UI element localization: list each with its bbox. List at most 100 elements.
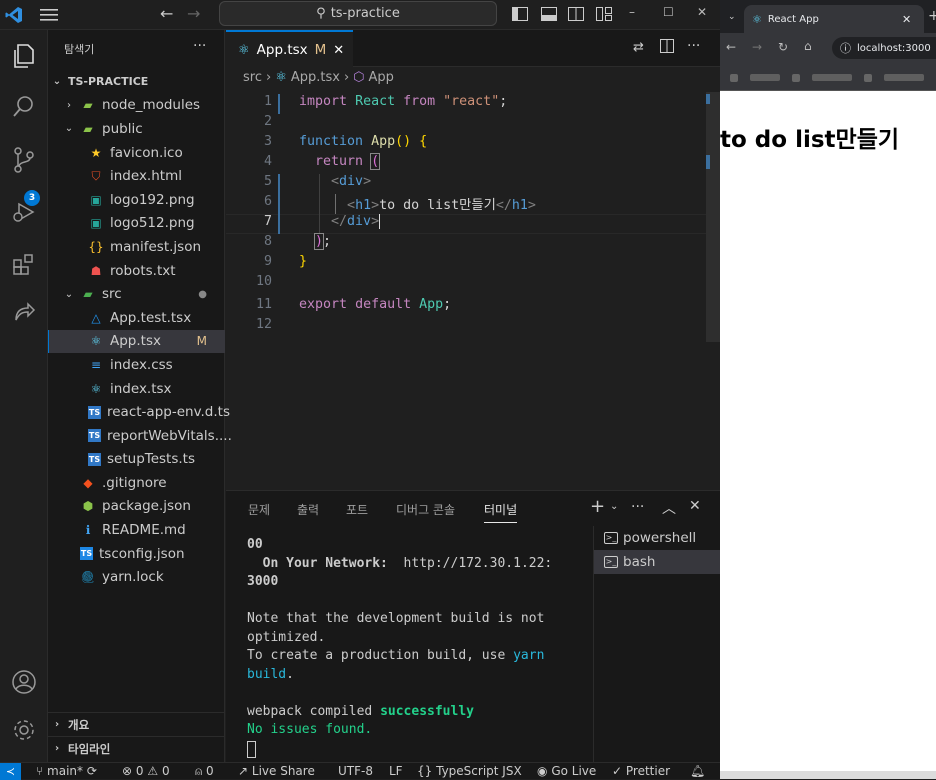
encoding-indicator[interactable]: UTF-8 (338, 764, 373, 778)
forward-arrow-icon[interactable]: → (187, 4, 200, 23)
remote-indicator-icon[interactable]: ≺ (0, 763, 21, 780)
eol-indicator[interactable]: LF (389, 764, 403, 778)
bookmark-item[interactable] (884, 74, 924, 81)
extensions-icon[interactable] (4, 244, 44, 284)
code-editor[interactable]: 1 2 3 4 5 6 7 8 9 10 11 12 import React from "react… (226, 92, 720, 490)
breadcrumb-symbol[interactable]: App (369, 70, 394, 85)
terminal-output[interactable]: 00 On Your Network: http://172.30.1.22: … (247, 536, 593, 758)
tab-problems[interactable]: 문제 (248, 501, 270, 518)
file-tree-item[interactable]: 🧶︎ yarn.lock (48, 565, 225, 589)
modified-indicator: M (196, 334, 207, 349)
tab-output[interactable]: 출력 (297, 501, 319, 518)
file-tree-item-label: index.css (110, 356, 173, 373)
file-tree-item[interactable]: TS setupTests.ts (48, 448, 225, 472)
terminal-list: >_ powershell >_ bash (593, 526, 720, 763)
file-tree-item[interactable]: TS reportWebVitals.... (48, 424, 232, 448)
split-editor-icon[interactable] (660, 39, 674, 57)
new-tab-icon[interactable]: + (928, 8, 936, 24)
run-debug-icon[interactable] (4, 192, 44, 232)
forward-arrow-icon[interactable]: → (752, 40, 762, 54)
tsconfig-icon: TS (80, 547, 93, 561)
reload-icon[interactable]: ↻ (778, 40, 788, 54)
file-tree-item[interactable]: ★ favicon.ico (48, 141, 225, 165)
chevron-down-icon[interactable]: ⌄ (610, 501, 618, 512)
close-tab-icon[interactable]: ✕ (333, 43, 344, 58)
notifications-bell-icon[interactable]: 🔔︎ (690, 764, 705, 778)
symbol-icon: ⬡ (353, 70, 365, 85)
file-tree-item[interactable]: ⚛ App.tsx M (48, 329, 225, 354)
terminal-bash[interactable]: >_ bash (594, 550, 720, 574)
file-tree-item[interactable]: › ▰ node_modules (48, 94, 225, 118)
file-tree-item[interactable]: ⚛ index.tsx (48, 377, 225, 401)
language-indicator[interactable]: {} TypeScript JSX (417, 764, 522, 778)
more-actions-icon[interactable]: ··· (193, 38, 206, 54)
file-tree-item[interactable]: TS react-app-env.d.ts (48, 400, 230, 424)
editor-more-icon[interactable]: ··· (687, 38, 700, 54)
branch-icon: ⑂ (36, 764, 44, 778)
outline-section[interactable]: › 개요 (48, 712, 225, 736)
file-tree-item[interactable]: ℹ README.md (48, 518, 225, 542)
timeline-section[interactable]: › 타임라인 (48, 736, 225, 760)
tab-app-tsx[interactable]: ⚛ App.tsx M ✕ (226, 30, 353, 68)
file-tree-item[interactable]: ⛉ index.html (48, 164, 225, 188)
file-tree-item[interactable]: ▣ logo192.png (48, 188, 225, 212)
new-terminal-icon[interactable]: + (590, 496, 605, 517)
file-tree-item[interactable]: ⌄ ▰ src ● (48, 282, 225, 306)
tab-debug-console[interactable]: 디버그 콘솔 (396, 501, 455, 518)
bookmark-item[interactable] (750, 74, 780, 81)
file-tree-item[interactable]: △ App.test.tsx (48, 306, 225, 330)
back-arrow-icon[interactable]: ← (726, 40, 736, 54)
panel-more-icon[interactable]: ··· (631, 499, 644, 515)
file-tree-item[interactable]: ☗ robots.txt (48, 259, 225, 283)
maximize-icon[interactable]: ☐ (663, 5, 674, 19)
file-tree-item-label: yarn.lock (102, 569, 164, 586)
browser-tab[interactable]: ⚛ React App ✕ (744, 5, 924, 33)
terminal-powershell[interactable]: >_ powershell (594, 526, 720, 550)
account-icon[interactable] (4, 662, 44, 702)
toggle-secondary-sidebar-icon[interactable] (566, 4, 586, 24)
close-window-icon[interactable]: ✕ (697, 5, 707, 19)
bookmark-icon[interactable] (864, 74, 872, 82)
minimize-icon[interactable]: – (629, 5, 635, 19)
live-share-icon[interactable] (4, 294, 44, 334)
go-live-button[interactable]: ◉ Go Live (537, 764, 596, 778)
close-tab-icon[interactable]: ✕ (902, 13, 911, 26)
branch-indicator[interactable]: ⑂ main* ⟳ (36, 764, 97, 778)
toggle-panel-icon[interactable] (539, 4, 559, 24)
editor-scrollbar-thumb[interactable] (706, 92, 720, 342)
home-icon[interactable]: ⌂ (804, 39, 812, 53)
file-tree-item[interactable]: ⌄ ▰ public (48, 117, 225, 141)
file-tree-item[interactable]: TS tsconfig.json (48, 542, 225, 566)
tab-ports[interactable]: 포트 (346, 501, 368, 518)
prettier-indicator[interactable]: ✓ Prettier (612, 764, 670, 778)
tab-search-icon[interactable]: ⌄ (728, 12, 736, 22)
maximize-panel-icon[interactable]: ︿ (662, 498, 676, 518)
toggle-sidebar-icon[interactable] (510, 4, 530, 24)
command-center-search[interactable]: ⚲ ts-practice (219, 1, 497, 26)
address-bar[interactable]: ⓘ localhost:3000 (832, 37, 936, 59)
back-arrow-icon[interactable]: ← (160, 4, 173, 23)
live-share-button[interactable]: ↗ Live Share (238, 764, 315, 778)
bookmark-icon[interactable] (730, 74, 738, 82)
explorer-icon[interactable] (4, 36, 44, 76)
source-control-icon[interactable] (4, 140, 44, 180)
bookmark-icon[interactable] (792, 74, 800, 82)
search-icon[interactable] (4, 86, 44, 126)
menu-icon[interactable] (38, 4, 60, 26)
file-tree-item[interactable]: {} manifest.json (48, 235, 225, 259)
file-tree-item[interactable]: ▣ logo512.png (48, 212, 225, 236)
customize-layout-icon[interactable] (594, 4, 614, 24)
settings-gear-icon[interactable] (4, 710, 44, 750)
compare-changes-icon[interactable]: ⇄ (633, 40, 644, 55)
file-tree-item[interactable]: ⬢ package.json (48, 495, 225, 519)
file-tree-item[interactable]: ◆ .gitignore (48, 471, 225, 495)
close-panel-icon[interactable]: ✕ (689, 498, 701, 514)
tab-terminal[interactable]: 터미널 (484, 501, 518, 523)
bookmark-item[interactable] (812, 74, 852, 81)
workspace-root[interactable]: ⌄ TS-PRACTICE (48, 70, 225, 94)
ports-indicator[interactable]: ⍝ 0 (195, 764, 214, 779)
breadcrumb-src[interactable]: src (243, 70, 262, 85)
breadcrumb-file[interactable]: App.tsx (291, 70, 340, 85)
problems-indicator[interactable]: ⊗ 0 ⚠ 0 (122, 764, 170, 778)
file-tree-item[interactable]: ≡ index.css (48, 353, 225, 377)
